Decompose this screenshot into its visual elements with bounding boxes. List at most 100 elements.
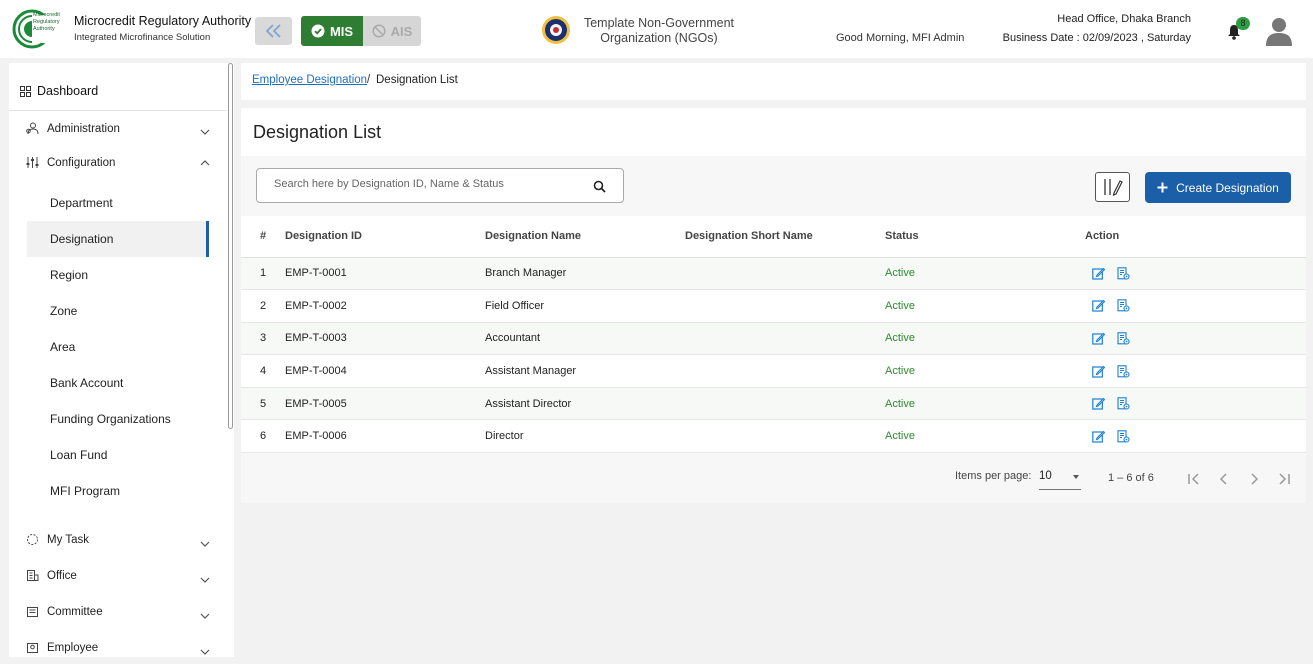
office-label: Office (47, 569, 77, 582)
table-row: 5 EMP-T-0005 Assistant Director Active (241, 387, 1306, 420)
row-actions (1085, 322, 1306, 355)
designation-short-name (685, 420, 885, 453)
mode-switch: MIS AIS (301, 16, 421, 46)
column-settings-button[interactable] (1095, 172, 1130, 202)
mis-mode-button[interactable]: MIS (301, 16, 363, 46)
check-circle-icon (311, 24, 325, 38)
notification-badge: 8 (1236, 17, 1250, 30)
create-designation-label: Create Designation (1176, 180, 1279, 195)
status-badge: Active (885, 299, 915, 312)
sidebar-item-area[interactable]: Area (27, 329, 209, 365)
ais-mode-button[interactable]: AIS (363, 16, 421, 46)
sidebar-item-zone[interactable]: Zone (27, 293, 209, 329)
designation-id: EMP-T-0003 (285, 332, 347, 345)
office-building-icon (27, 570, 39, 581)
sidebar-item-department[interactable]: Department (27, 185, 209, 221)
designation-short-name (685, 355, 885, 388)
collapse-sidebar-button[interactable] (255, 17, 292, 45)
sidebar-item-mfi-program[interactable]: MFI Program (27, 473, 209, 509)
previous-page-icon[interactable] (1216, 471, 1232, 487)
sidebar-scrollbar[interactable] (228, 63, 233, 429)
designation-name: Director (485, 430, 524, 443)
logo-text: Microcredit Regulatory Authority (33, 12, 60, 32)
table-row: 4 EMP-T-0004 Assistant Manager Active (241, 355, 1306, 388)
create-designation-button[interactable]: Create Designation (1145, 172, 1291, 203)
items-per-page-select[interactable]: 10 (1039, 470, 1081, 490)
sidebar-item-committee[interactable]: Committee (26, 605, 103, 618)
col-header-short-name[interactable]: Designation Short Name (685, 216, 885, 258)
search-icon[interactable] (593, 180, 606, 193)
sidebar-item-designation[interactable]: Designation (27, 221, 209, 257)
view-details-icon[interactable] (1117, 364, 1130, 378)
edit-icon[interactable] (1092, 430, 1105, 443)
col-header-status[interactable]: Status (885, 216, 1085, 258)
designation-id: EMP-T-0005 (285, 397, 347, 410)
designation-name: Assistant Director (485, 397, 572, 410)
page-range: 1 – 6 of 6 (1108, 472, 1154, 484)
view-details-icon[interactable] (1117, 332, 1130, 345)
edit-icon[interactable] (1092, 397, 1105, 410)
designation-name: Field Officer (485, 299, 545, 312)
view-details-icon[interactable] (1117, 430, 1130, 443)
grid-icon (20, 85, 31, 97)
sidebar-item-my-task[interactable]: My Task (26, 533, 89, 546)
col-header-designation-id[interactable]: Designation ID (285, 216, 485, 258)
column-edit-icon (1103, 179, 1123, 196)
first-page-icon[interactable] (1186, 471, 1202, 487)
items-per-page-label: Items per page: (955, 470, 1032, 482)
greeting-text: Good Morning, MFI Admin (836, 32, 965, 44)
branch-name: Head Office, Dhaka Branch (1057, 13, 1191, 25)
breadcrumb: Employee Designation / Designation List (241, 63, 1306, 100)
sliders-icon (26, 157, 39, 168)
breadcrumb-link-employee-designation[interactable]: Employee Designation (252, 74, 367, 86)
designation-list-card: Designation List Create Designation # De… (241, 108, 1306, 503)
block-icon (372, 24, 386, 38)
table-header-row: # Designation ID Designation Name Design… (241, 216, 1306, 258)
designation-name: Branch Manager (485, 267, 567, 280)
sidebar-item-administration[interactable]: Administration (26, 122, 120, 135)
designation-id: EMP-T-0004 (285, 365, 347, 378)
view-details-icon[interactable] (1117, 299, 1130, 312)
organization-name: Template Non-Government Organization (NG… (583, 16, 735, 45)
view-details-icon[interactable] (1117, 397, 1130, 410)
edit-icon[interactable] (1092, 299, 1105, 312)
row-actions (1085, 257, 1306, 290)
edit-icon[interactable] (1092, 365, 1105, 378)
sidebar-item-configuration[interactable]: Configuration (26, 156, 115, 169)
next-page-icon[interactable] (1246, 471, 1262, 487)
chevron-up-icon (200, 160, 210, 166)
sidebar-item-dashboard[interactable]: Dashboard (20, 84, 98, 98)
card-header: Designation List (241, 108, 1306, 156)
search-input[interactable] (274, 178, 574, 190)
sidebar-item-loan-fund[interactable]: Loan Fund (27, 437, 209, 473)
status-badge: Active (885, 365, 915, 378)
sidebar-item-office[interactable]: Office (26, 569, 77, 582)
chevron-down-icon (200, 577, 210, 583)
search-box (256, 168, 624, 203)
row-number: 5 (260, 397, 267, 410)
dropdown-arrow-icon (1073, 475, 1079, 479)
designation-id: EMP-T-0001 (285, 267, 347, 280)
chevron-down-icon (200, 649, 210, 655)
sidebar-item-funding-organizations[interactable]: Funding Organizations (27, 401, 209, 437)
employee-label: Employee (47, 641, 99, 654)
designation-short-name (685, 257, 885, 290)
sidebar-item-employee[interactable]: Employee (26, 641, 98, 654)
view-details-icon[interactable] (1117, 267, 1130, 280)
edit-icon[interactable] (1092, 267, 1105, 280)
breadcrumb-separator: / (367, 74, 371, 86)
administration-label: Administration (47, 122, 120, 135)
people-icon (26, 122, 39, 135)
user-avatar-icon[interactable] (1265, 16, 1293, 46)
row-number: 2 (260, 299, 267, 312)
designation-id: EMP-T-0002 (285, 299, 347, 312)
row-number: 3 (260, 332, 267, 345)
table-row: 2 EMP-T-0002 Field Officer Active (241, 290, 1306, 323)
chevron-down-icon (200, 541, 210, 547)
col-header-designation-name[interactable]: Designation Name (485, 216, 685, 258)
edit-icon[interactable] (1092, 332, 1105, 345)
designation-short-name (685, 387, 885, 420)
sidebar-item-region[interactable]: Region (27, 257, 209, 293)
last-page-icon[interactable] (1276, 471, 1292, 487)
sidebar-item-bank-account[interactable]: Bank Account (27, 365, 209, 401)
